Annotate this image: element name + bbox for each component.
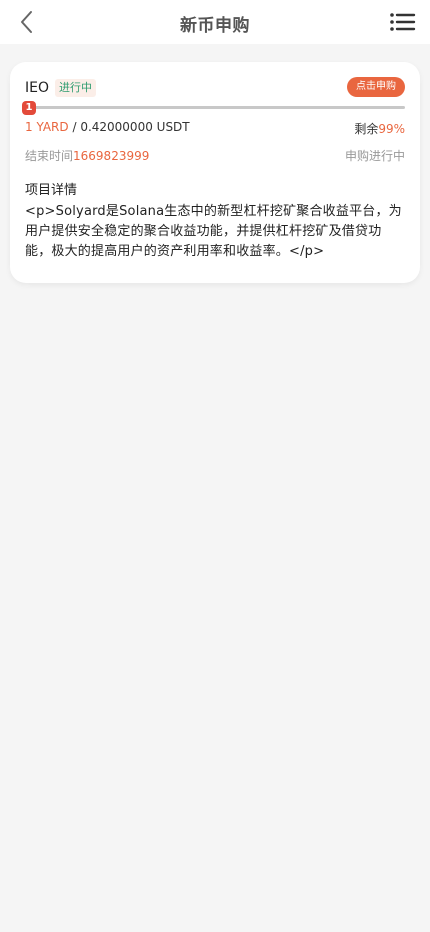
price-value: 0.42000000 USDT bbox=[80, 120, 190, 134]
end-time: 结束时间1669823999 bbox=[25, 147, 149, 164]
menu-button[interactable] bbox=[388, 8, 416, 36]
list-menu-icon bbox=[390, 13, 416, 31]
separator: / bbox=[68, 120, 81, 134]
detail-heading: 项目详情 bbox=[25, 183, 78, 198]
subscription-status: 申购进行中 bbox=[344, 149, 405, 163]
subscribe-button[interactable]: 点击申购 bbox=[347, 77, 405, 97]
status-badge: 进行中 bbox=[55, 79, 96, 97]
end-time-value: 1669823999 bbox=[73, 149, 150, 163]
progress-badge: 1 bbox=[22, 101, 36, 115]
detail-body: <p>Solyard是Solana生态中的新型杠杆挖矿聚合收益平台，为用户提供安… bbox=[25, 204, 402, 259]
offering-header: IEO 进行中 bbox=[25, 78, 96, 98]
quantity-price: 1 YARD / 0.42000000 USDT bbox=[25, 120, 190, 134]
top-nav-bar: 新币申购 bbox=[0, 0, 430, 44]
offering-card: IEO 进行中 点击申购 1 1 YARD / 0.42000000 USDT … bbox=[10, 62, 420, 283]
progress-bar bbox=[25, 106, 405, 109]
end-time-label: 结束时间 bbox=[25, 149, 74, 163]
coin-name: IEO bbox=[25, 80, 49, 96]
remaining-label: 剩余 bbox=[354, 122, 379, 136]
remaining: 剩余99% bbox=[354, 120, 405, 137]
remaining-value: 99% bbox=[378, 122, 405, 136]
quantity-value: 1 YARD bbox=[25, 120, 69, 134]
page-title: 新币申购 bbox=[180, 16, 250, 36]
